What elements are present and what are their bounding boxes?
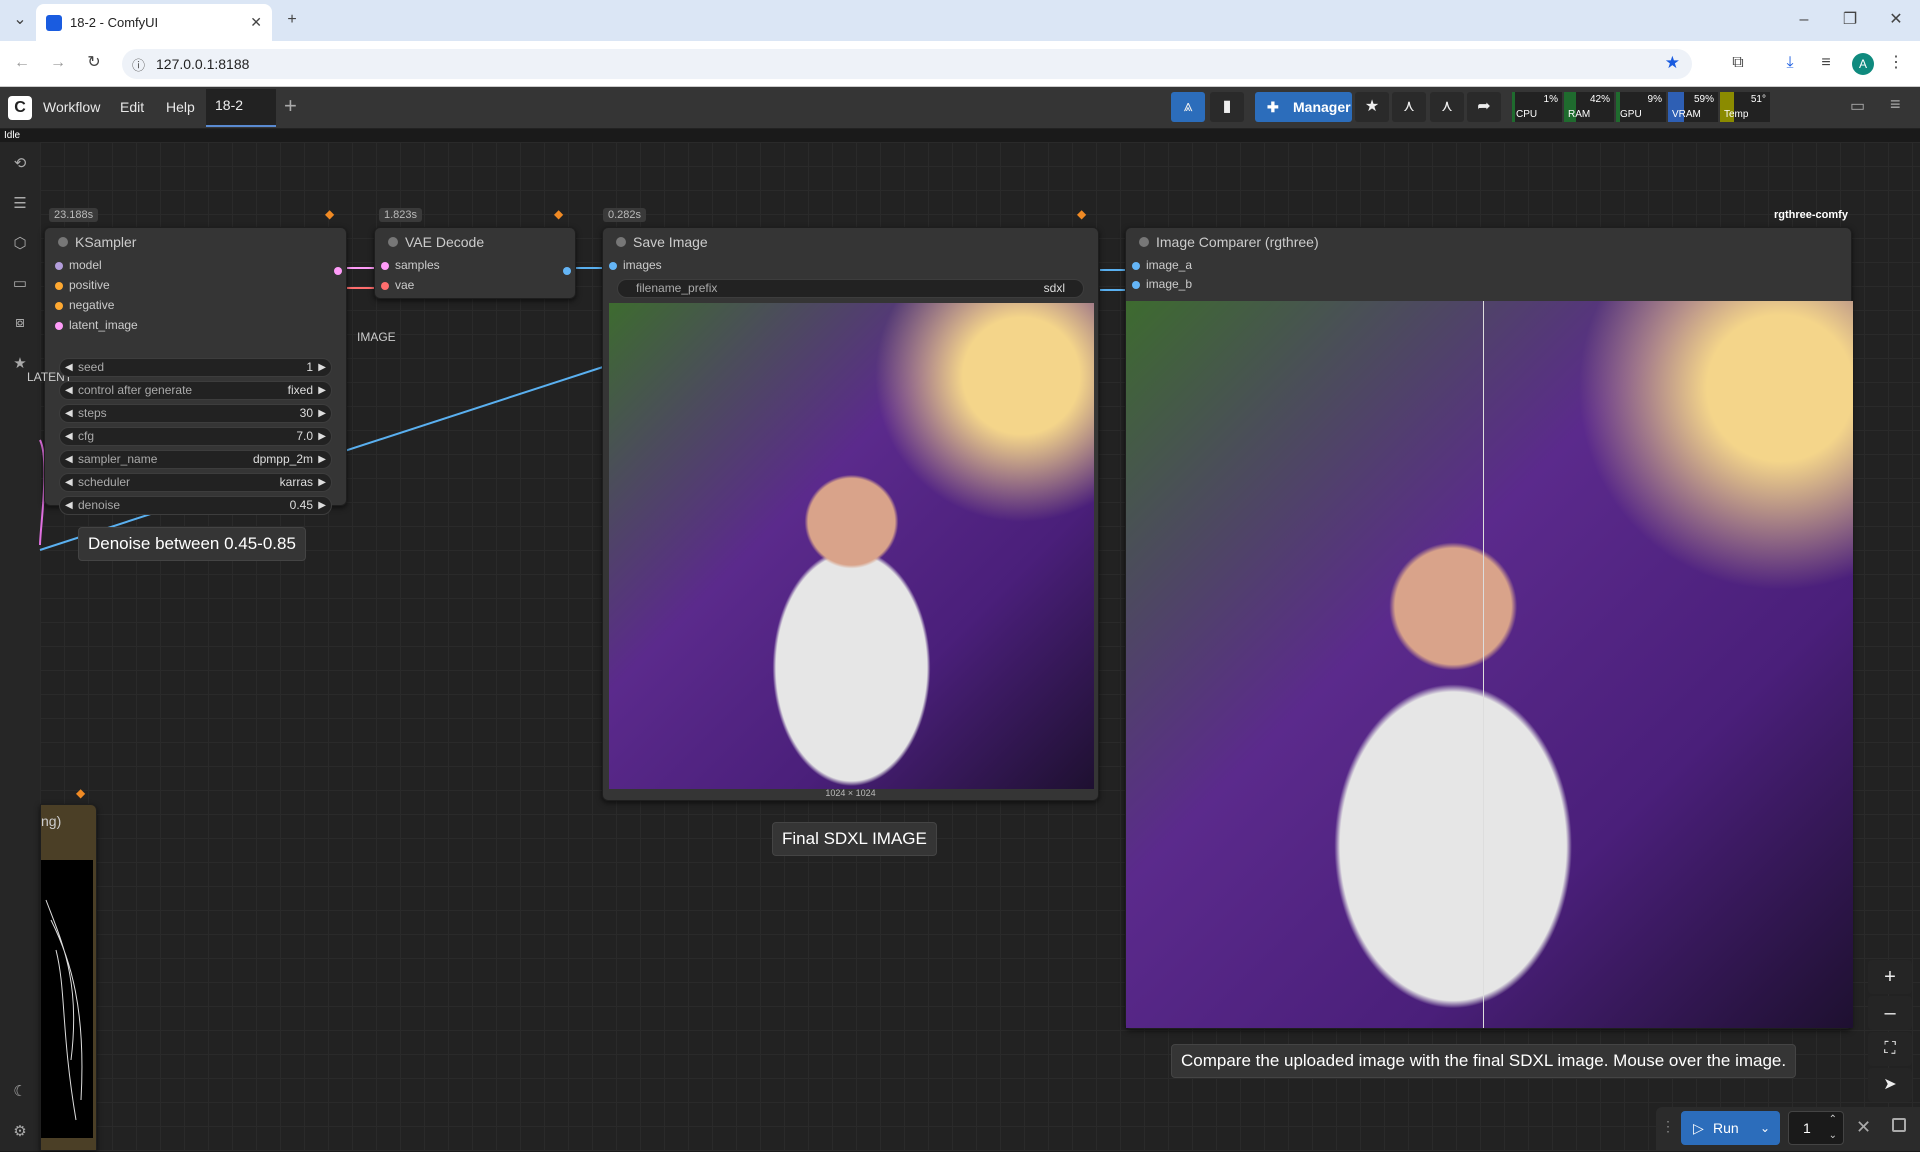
run-label: Run — [1713, 1120, 1739, 1136]
vae-decode-timing: 1.823s — [379, 208, 423, 222]
widget-label: cfg — [78, 429, 95, 443]
generated-image[interactable] — [609, 303, 1094, 789]
comparison-divider[interactable] — [1483, 301, 1484, 1028]
decrement-arrow-icon[interactable]: ◀ — [65, 497, 73, 514]
fit-view-icon[interactable]: ⛶ — [1868, 1032, 1912, 1066]
decrement-arrow-icon[interactable]: ◀ — [65, 359, 73, 376]
widget-label: denoise — [78, 498, 121, 512]
image-comparer-node[interactable]: Image Comparer (rgthree) image_a image_b — [1125, 227, 1853, 1029]
rgthree-badge: rgthree-comfy — [1774, 209, 1848, 221]
comparison-image[interactable] — [1126, 301, 1853, 1028]
increment-arrow-icon[interactable]: ▶ — [318, 497, 326, 514]
widget-denoise[interactable]: ◀ denoise 0.45 ▶ — [59, 496, 332, 515]
widget-value: 7.0 — [296, 429, 313, 443]
final-image-note[interactable]: Final SDXL IMAGE — [772, 822, 937, 856]
node-badge-icon: ◆ — [1077, 207, 1087, 221]
cancel-run-icon[interactable]: ✕ — [1856, 1117, 1871, 1138]
increment-arrow-icon[interactable]: ▶ — [318, 474, 326, 491]
decrement-arrow-icon[interactable]: ◀ — [65, 405, 73, 422]
save-image-title[interactable]: Save Image — [603, 228, 1098, 256]
increment-arrow-icon[interactable]: ▶ — [318, 405, 326, 422]
zoom-out-icon[interactable]: – — [1868, 996, 1912, 1030]
partial-node[interactable]: ng) — [40, 804, 97, 1151]
save-image-node[interactable]: Save Image images filename_prefix sdxl 1… — [602, 227, 1099, 801]
image-comparer-title[interactable]: Image Comparer (rgthree) — [1126, 228, 1851, 256]
play-icon: ▷ — [1693, 1120, 1704, 1136]
widget-cfg[interactable]: ◀ cfg 7.0 ▶ — [59, 427, 332, 446]
widget-value: fixed — [287, 383, 313, 397]
input-image-b[interactable]: image_b — [1126, 275, 1851, 294]
run-button[interactable]: ▷ Run ⌄ — [1681, 1111, 1780, 1145]
widget-value: dpmpp_2m — [252, 452, 313, 466]
input-latent-image[interactable]: latent_image — [49, 316, 346, 335]
batch-count-value: 1 — [1803, 1120, 1811, 1136]
widget-label: steps — [78, 406, 107, 420]
widget-value: 30 — [299, 406, 313, 420]
node-badge-icon: ◆ — [554, 207, 564, 221]
partial-node-title: ng) — [41, 813, 62, 829]
decrement-arrow-icon[interactable]: ◀ — [65, 382, 73, 399]
batch-count-input[interactable]: 1 ⌃ ⌄ — [1788, 1111, 1844, 1145]
widget-steps[interactable]: ◀ steps 30 ▶ — [59, 404, 332, 423]
input-images[interactable]: images — [603, 256, 1098, 275]
widget-value: 1 — [306, 360, 313, 374]
increment-arrow-icon[interactable]: ▶ — [318, 451, 326, 468]
increment-arrow-icon[interactable]: ▶ — [318, 382, 326, 399]
decrement-icon[interactable]: ⌄ — [1829, 1120, 1837, 1152]
widget-sampler_name[interactable]: ◀ sampler_name dpmpp_2m ▶ — [59, 450, 332, 469]
widget-value: karras — [279, 475, 313, 489]
save-image-timing: 0.282s — [603, 208, 647, 222]
widget-label: seed — [78, 360, 105, 374]
preview-image[interactable] — [41, 860, 93, 1138]
widget-value: 0.45 — [289, 498, 313, 512]
lineart-preview — [45, 899, 83, 1121]
compare-note[interactable]: Compare the uploaded image with the fina… — [1171, 1044, 1797, 1078]
select-mode-icon[interactable]: ➤ — [1868, 1068, 1912, 1102]
ksampler-title[interactable]: KSampler — [45, 228, 346, 256]
queue-panel-icon[interactable] — [1892, 1118, 1906, 1132]
node-badge-icon: ◆ — [325, 207, 335, 221]
input-samples[interactable]: samples — [375, 256, 575, 275]
chevron-down-icon[interactable]: ⌄ — [1760, 1111, 1770, 1145]
input-positive[interactable]: positive — [49, 276, 346, 295]
input-negative[interactable]: negative — [49, 296, 346, 315]
input-vae[interactable]: vae — [375, 276, 575, 295]
ksampler-node[interactable]: KSampler model positive negative latent_… — [27, 227, 347, 515]
ksampler-timing: 23.188s — [49, 208, 99, 222]
filename-prefix-input[interactable]: filename_prefix sdxl — [617, 279, 1084, 298]
widget-seed[interactable]: ◀ seed 1 ▶ — [59, 358, 332, 377]
image-output-slot[interactable] — [563, 267, 571, 275]
zoom-in-icon[interactable]: + — [1868, 960, 1912, 994]
denoise-note[interactable]: Denoise between 0.45-0.85 — [78, 527, 306, 561]
widget-label: scheduler — [78, 475, 131, 489]
increment-arrow-icon[interactable]: ▶ — [318, 359, 326, 376]
widget-label: control after generate — [78, 383, 193, 397]
image-size-label: 1024 × 1024 — [825, 788, 876, 798]
decrement-arrow-icon[interactable]: ◀ — [65, 474, 73, 491]
latent-output-slot[interactable] — [334, 267, 342, 275]
vae-decode-title[interactable]: VAE Decode — [375, 228, 575, 256]
vae-decode-node[interactable]: VAE Decode samples vae IMAGE — [357, 227, 576, 344]
widget-scheduler[interactable]: ◀ scheduler karras ▶ — [59, 473, 332, 492]
decrement-arrow-icon[interactable]: ◀ — [65, 428, 73, 445]
increment-arrow-icon[interactable]: ▶ — [318, 428, 326, 445]
input-model[interactable]: model — [49, 256, 346, 275]
output-image[interactable]: IMAGE — [357, 328, 557, 347]
input-image-a[interactable]: image_a — [1126, 256, 1851, 275]
widget-label: sampler_name — [78, 452, 158, 466]
widget-control-after-generate[interactable]: ◀ control after generate fixed ▶ — [59, 381, 332, 400]
decrement-arrow-icon[interactable]: ◀ — [65, 451, 73, 468]
node-badge-icon: ◆ — [76, 786, 86, 800]
